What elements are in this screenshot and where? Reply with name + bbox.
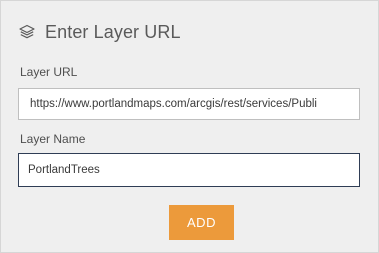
layers-icon (18, 23, 36, 41)
add-layer-panel: Enter Layer URL Layer URL Layer Name ADD (0, 0, 379, 253)
layer-name-label: Layer Name (20, 132, 86, 146)
layer-url-label: Layer URL (20, 65, 78, 79)
add-button[interactable]: ADD (169, 205, 234, 240)
layer-name-input[interactable] (18, 153, 360, 187)
panel-title: Enter Layer URL (45, 21, 181, 42)
panel-header: Enter Layer URL (18, 20, 181, 44)
layer-url-input[interactable] (18, 88, 360, 120)
